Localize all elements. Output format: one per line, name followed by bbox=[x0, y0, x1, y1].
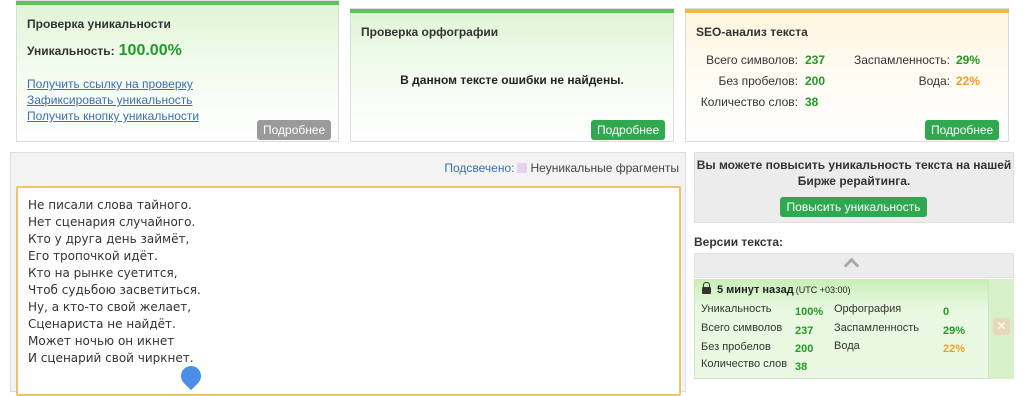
text-line: Его тропочкой идёт. bbox=[28, 249, 158, 263]
rewrite-promo: Вы можете повысить уникальность текста н… bbox=[694, 152, 1014, 223]
uniqueness-panel: Проверка уникальности Уникальность: 100.0… bbox=[16, 0, 339, 142]
seo-water-value: 22% bbox=[956, 74, 981, 88]
promo-text: Вы можете повысить уникальность текста н… bbox=[696, 158, 1012, 188]
version-words-label: Количество слов bbox=[701, 358, 788, 370]
panel-topbar bbox=[685, 9, 1009, 13]
version-water-label: Вода bbox=[834, 340, 860, 352]
version-uniq-value: 100% bbox=[795, 306, 824, 318]
seo-no-spaces-value: 200 bbox=[805, 74, 826, 88]
lock-icon bbox=[702, 282, 711, 294]
increase-uniqueness-button[interactable]: Повысить уникальность bbox=[780, 197, 927, 217]
seo-panel-title: SEO-анализ текста bbox=[696, 25, 808, 39]
chevron-up-icon bbox=[843, 257, 860, 274]
fix-uniqueness-link[interactable]: Зафиксировать уникальность bbox=[27, 93, 193, 107]
spelling-panel: Проверка орфографии В данном тексте ошиб… bbox=[350, 8, 674, 142]
version-time: 5 минут назад (UTC +03:00) bbox=[702, 282, 851, 296]
seo-total-chars-value: 237 bbox=[805, 53, 826, 67]
text-line: Ну, а кто-то свой желает, bbox=[28, 300, 192, 314]
text-line: Не писали слова тайного. bbox=[28, 198, 192, 212]
highlight-swatch bbox=[517, 163, 528, 173]
uniqueness-value: 100.00% bbox=[118, 42, 182, 59]
seo-word-count-label: Количество слов: bbox=[700, 95, 798, 109]
text-line: Может ночью он икнет bbox=[28, 334, 175, 348]
seo-spam-label: Заспамленность: bbox=[853, 53, 950, 67]
version-total-value: 237 bbox=[795, 325, 814, 337]
text-line: Нет сценария случайного. bbox=[28, 215, 196, 229]
spelling-more-button[interactable]: Подробнее bbox=[591, 120, 665, 140]
text-line: Кто на рынке суетится, bbox=[28, 266, 178, 280]
highlight-legend: Подсвечено: Неуникальные фрагменты bbox=[444, 161, 679, 175]
versions-scroll-up[interactable] bbox=[694, 253, 1014, 278]
version-spam-label: Заспамленность bbox=[834, 322, 919, 334]
spelling-panel-title: Проверка орфографии bbox=[361, 25, 499, 39]
version-item[interactable]: 5 минут назад (UTC +03:00) Уникальность 1… bbox=[694, 279, 989, 379]
text-lines: Не писали слова тайного. Нет сценария сл… bbox=[28, 197, 201, 367]
uniqueness-result: Уникальность: 100.00% bbox=[27, 42, 182, 59]
seo-panel: SEO-анализ текста Всего символов: 237 Бе… bbox=[685, 8, 1009, 142]
version-spelling-label: Орфография bbox=[834, 303, 902, 315]
panel-topbar bbox=[350, 9, 674, 13]
version-nospace-value: 200 bbox=[795, 343, 814, 355]
version-spam-value: 29% bbox=[943, 325, 966, 337]
seo-water-label: Вода: bbox=[918, 74, 950, 88]
version-total-label: Всего символов bbox=[701, 322, 783, 334]
get-check-link[interactable]: Получить ссылку на проверку bbox=[27, 77, 193, 91]
seo-no-spaces-label: Без пробелов: bbox=[718, 74, 799, 88]
seo-word-count-value: 38 bbox=[805, 95, 819, 109]
seo-spam-value: 29% bbox=[956, 53, 981, 67]
spelling-result: В данном тексте ошибки не найдены. bbox=[400, 73, 624, 87]
version-nospace-label: Без пробелов bbox=[701, 341, 771, 353]
text-line: Кто у друга день займёт, bbox=[28, 232, 190, 246]
text-editor-area: Подсвечено: Неуникальные фрагменты Не пис… bbox=[10, 152, 686, 396]
uniqueness-panel-title: Проверка уникальности bbox=[27, 17, 171, 31]
uniqueness-more-button[interactable]: Подробнее bbox=[257, 120, 331, 140]
version-spelling-value: 0 bbox=[943, 306, 950, 318]
version-words-value: 38 bbox=[795, 361, 808, 373]
panel-topbar bbox=[16, 1, 339, 5]
text-line: Сценариста не найдёт. bbox=[28, 317, 176, 331]
get-uniqueness-button-link[interactable]: Получить кнопку уникальности bbox=[27, 109, 199, 123]
close-icon[interactable]: ✕ bbox=[993, 318, 1010, 335]
version-water-value: 22% bbox=[943, 343, 966, 355]
text-line: И сценарий свой чиркнет. bbox=[28, 351, 194, 365]
text-line: Чтоб судьбою засветиться. bbox=[28, 283, 201, 297]
seo-total-chars-label: Всего символов: bbox=[706, 53, 798, 67]
text-input[interactable]: Не писали слова тайного. Нет сценария сл… bbox=[16, 186, 681, 396]
versions-title: Версии текста: bbox=[694, 235, 784, 249]
version-uniq-label: Уникальность bbox=[701, 303, 772, 315]
seo-more-button[interactable]: Подробнее bbox=[925, 120, 999, 140]
